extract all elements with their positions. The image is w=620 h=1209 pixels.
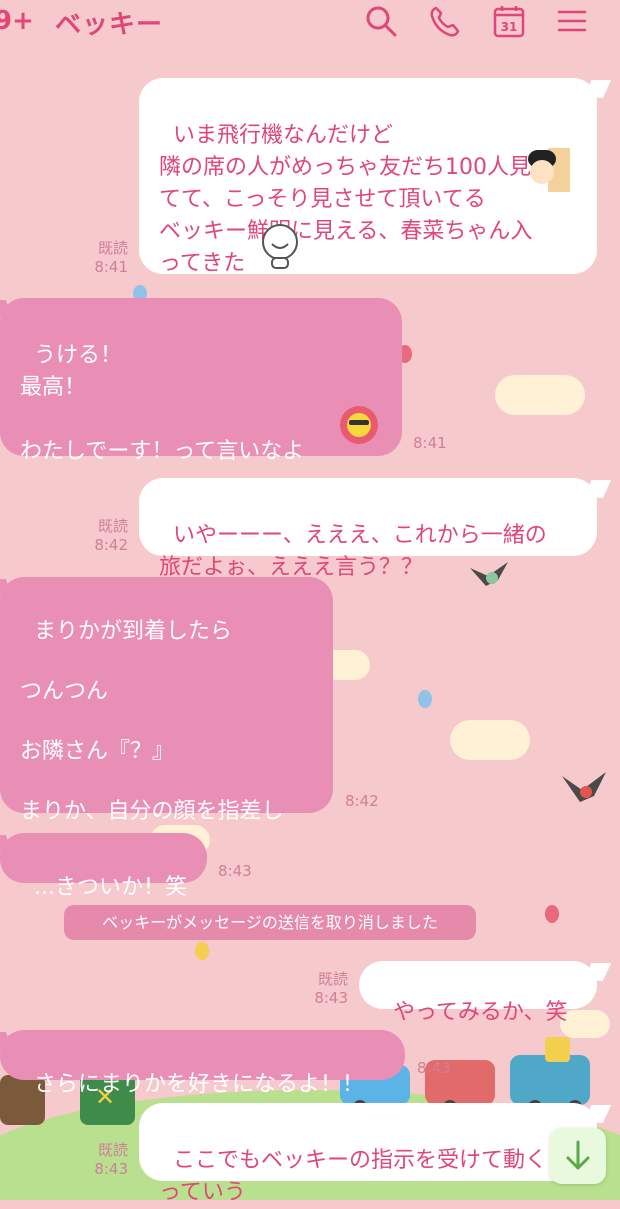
message-text: やってみるか、笑 [393, 1000, 568, 1025]
read-receipt: 既読 [317, 970, 348, 988]
message-time: 8:43 [417, 1059, 451, 1077]
message-time: 8:43 [314, 989, 348, 1007]
message-meta: 8:43 [218, 862, 268, 881]
menu-icon[interactable] [555, 4, 589, 38]
phone-icon[interactable] [428, 4, 462, 38]
bird-decoration [562, 772, 606, 802]
message-meta: 8:41 [413, 434, 463, 453]
girl-emoji-icon [528, 148, 570, 192]
message-meta: 既読 8:41 [88, 239, 128, 277]
message-time: 8:42 [345, 792, 379, 810]
message-time: 8:43 [218, 862, 252, 880]
balloon-decoration [418, 690, 432, 708]
scroll-to-bottom-button[interactable] [550, 1128, 606, 1184]
chat-header: 9+ ベッキー 31 [0, 0, 620, 44]
outgoing-message[interactable]: ここでもベッキーの指示を受けて動く っていう [139, 1103, 597, 1205]
message-text: さらにまりかを好きになるよ！！ [34, 1072, 365, 1097]
back-unread-count[interactable]: 9+ [0, 6, 34, 36]
cloud-decoration [560, 1010, 610, 1038]
character-emoji-icon [262, 224, 298, 269]
cloud-decoration [495, 375, 585, 415]
calendar-icon[interactable]: 31 [492, 4, 526, 38]
message-time: 8:41 [94, 258, 128, 276]
unsent-message-notice: ベッキーがメッセージの送信を取り消しました [64, 905, 476, 940]
message-time: 8:43 [94, 1160, 128, 1178]
message-text: ...きついか！笑 [34, 875, 187, 900]
incoming-message[interactable]: まりかが到着したら つんつん お隣さん『？』 まりか、自分の顔を指差し [0, 577, 333, 824]
bird-decoration [470, 562, 508, 586]
cloud-decoration [450, 720, 530, 760]
message-text: まりかが到着したら つんつん お隣さん『？』 まりか、自分の顔を指差し [20, 619, 284, 824]
balloon-decoration [545, 905, 559, 923]
message-text: いま飛行機なんだけど 隣の席の人がめっちゃ友だち100人見 てて、こっそり見させ… [159, 123, 533, 276]
incoming-message[interactable]: さらにまりかを好きになるよ！！ [0, 1030, 405, 1097]
read-receipt: 既読 [97, 517, 128, 535]
message-meta: 既読 8:42 [88, 517, 128, 555]
message-meta: 8:42 [345, 792, 395, 811]
message-meta: 8:43 [417, 1059, 467, 1078]
message-time: 8:42 [94, 536, 128, 554]
outgoing-message[interactable]: いやーーー、えええ、これから一緒の 旅だよぉ、えええ言う？？ [139, 478, 597, 580]
read-receipt: 既読 [97, 1141, 128, 1159]
read-receipt: 既読 [97, 239, 128, 257]
message-meta: 既読 8:43 [88, 1141, 128, 1179]
calendar-day-text: 31 [501, 20, 518, 34]
outgoing-message[interactable]: やってみるか、笑 [359, 961, 597, 1025]
message-meta: 既読 8:43 [308, 970, 348, 1008]
chat-title: ベッキー [55, 10, 164, 40]
incoming-message[interactable]: ...きついか！笑 [0, 833, 207, 900]
search-icon[interactable] [364, 4, 398, 38]
balloon-decoration [195, 942, 209, 960]
message-text: うける！ 最高！ わたしでーす！って言いなよ [20, 343, 305, 464]
message-time: 8:41 [413, 434, 447, 452]
arrow-down-icon [566, 1140, 590, 1170]
sunflower-emoji-icon [340, 406, 378, 444]
